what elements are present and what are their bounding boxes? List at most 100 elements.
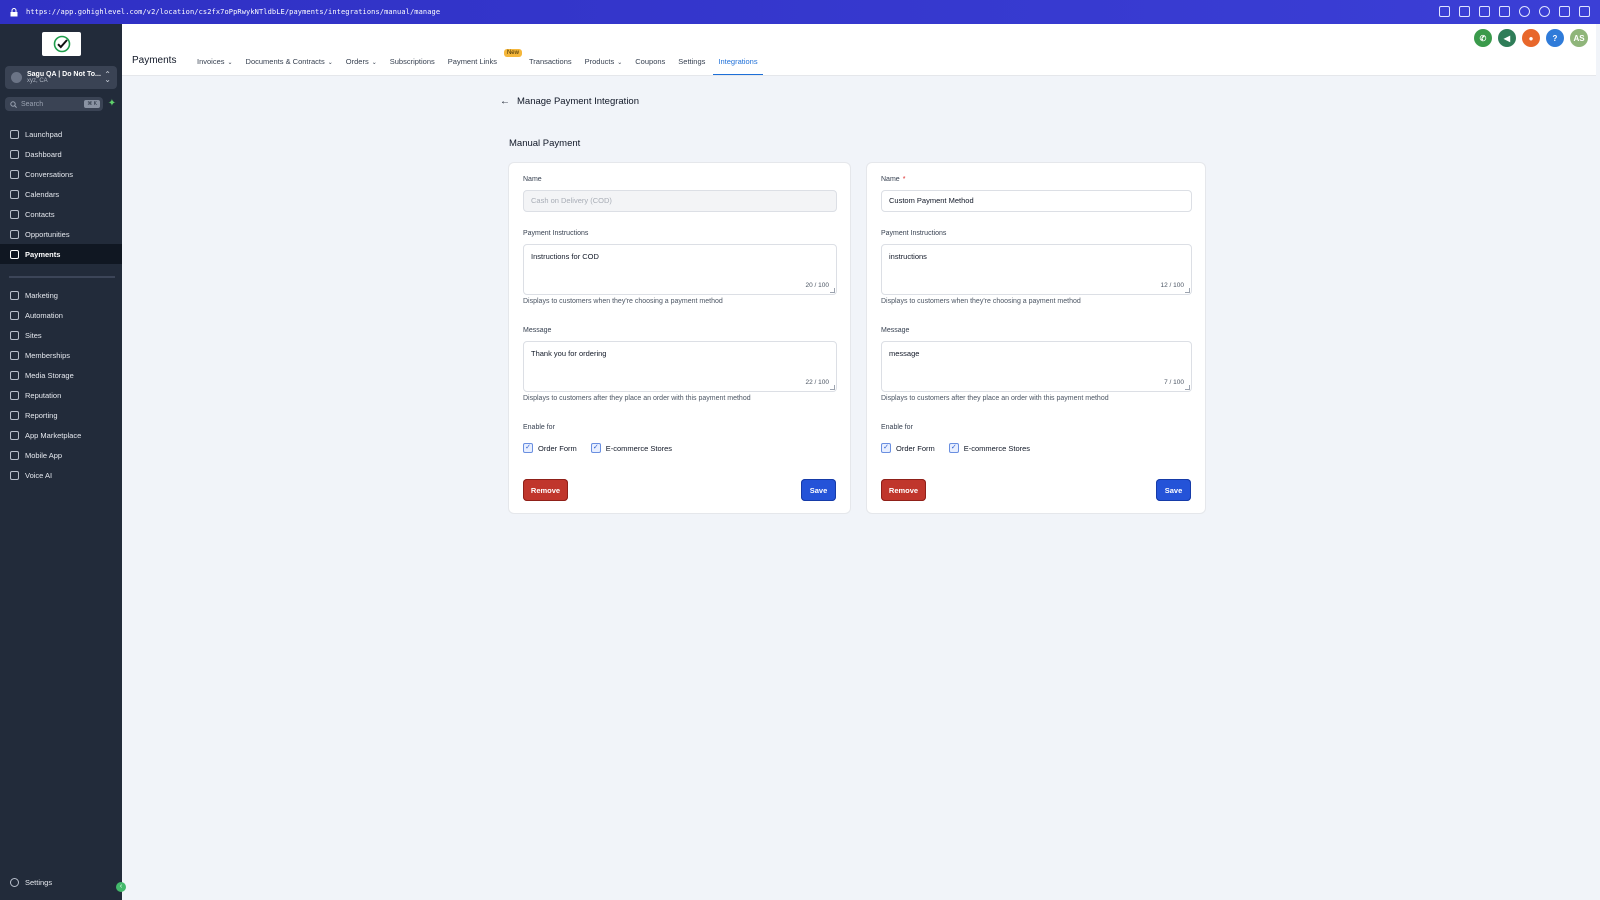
- url-text[interactable]: https://app.gohighlevel.com/v2/location/…: [26, 8, 440, 16]
- bell-icon[interactable]: ●: [1522, 29, 1540, 47]
- name-input[interactable]: Custom Payment Method: [881, 190, 1192, 212]
- resize-handle-icon[interactable]: [1185, 288, 1190, 293]
- order-form-option[interactable]: ✓ Order Form: [881, 443, 935, 453]
- sidebar-item-payments[interactable]: Payments: [0, 244, 122, 264]
- crosshair-icon[interactable]: [1539, 6, 1550, 17]
- phone-icon[interactable]: ✆: [1474, 29, 1492, 47]
- send-icon: [10, 290, 19, 300]
- phone-icon: [10, 470, 19, 480]
- quick-action-icon[interactable]: ✦: [105, 97, 119, 111]
- megaphone-icon[interactable]: ◀: [1498, 29, 1516, 47]
- message-hint: Displays to customers after they place a…: [881, 395, 1109, 402]
- enable-for-label: Enable for: [523, 424, 555, 431]
- account-name: Sagu QA | Do Not To...: [27, 71, 101, 78]
- message-textarea[interactable]: Thank you for ordering 22 / 100: [523, 341, 837, 392]
- enable-for-label: Enable for: [881, 424, 913, 431]
- sidebar-item-contacts[interactable]: Contacts: [0, 204, 122, 224]
- order-form-option[interactable]: ✓ Order Form: [523, 443, 577, 453]
- profile-icon[interactable]: [1579, 6, 1590, 17]
- section-title: Manual Payment: [509, 138, 581, 149]
- message-textarea[interactable]: message 7 / 100: [881, 341, 1192, 392]
- link-icon[interactable]: [1439, 6, 1450, 17]
- checkbox-checked-icon[interactable]: ✓: [590, 443, 601, 453]
- instructions-label: Payment Instructions: [881, 230, 947, 237]
- resize-handle-icon[interactable]: [1185, 385, 1190, 390]
- name-label: Name: [523, 176, 542, 183]
- instructions-textarea[interactable]: instructions 12 / 100: [881, 244, 1192, 295]
- sidebar-item-dashboard[interactable]: Dashboard: [0, 144, 122, 164]
- resize-handle-icon[interactable]: [830, 288, 835, 293]
- chevron-down-icon: ⌄: [617, 60, 623, 66]
- tab-coupons[interactable]: Coupons: [630, 52, 670, 75]
- checkbox-checked-icon[interactable]: ✓: [948, 443, 959, 453]
- instructions-hint: Displays to customers when they're choos…: [523, 298, 723, 305]
- tab-products[interactable]: Products ⌄: [580, 52, 628, 75]
- sidebar-item-reporting[interactable]: Reporting: [0, 405, 122, 425]
- remove-button[interactable]: Remove: [881, 479, 926, 501]
- sidebar-item-conversations[interactable]: Conversations: [0, 164, 122, 184]
- remove-button[interactable]: Remove: [523, 479, 568, 501]
- screenshot-icon[interactable]: [1459, 6, 1470, 17]
- tab-payment-links[interactable]: Payment Links New: [443, 49, 522, 75]
- name-label: Name *: [881, 176, 906, 183]
- new-badge: New: [503, 49, 522, 57]
- instructions-textarea[interactable]: Instructions for COD 20 / 100: [523, 244, 837, 295]
- save-button[interactable]: Save: [801, 479, 836, 501]
- camera-icon[interactable]: [1479, 6, 1490, 17]
- name-input[interactable]: Cash on Delivery (COD): [523, 190, 837, 212]
- sidebar-item-marketing[interactable]: Marketing: [0, 285, 122, 305]
- sidebar-item-reputation[interactable]: Reputation: [0, 385, 122, 405]
- search-shortcut: ⌘ K: [84, 100, 100, 108]
- sidebar-item-app-marketplace[interactable]: App Marketplace: [0, 425, 122, 445]
- checkbox-checked-icon[interactable]: ✓: [881, 443, 891, 453]
- extensions-icon[interactable]: [1559, 6, 1570, 17]
- sidebar-item-calendars[interactable]: Calendars: [0, 184, 122, 204]
- account-switcher[interactable]: Sagu QA | Do Not To... xyz, CA ⌃ ⌄: [5, 66, 117, 89]
- message-value: Thank you for ordering: [531, 349, 607, 358]
- message-hint: Displays to customers after they place a…: [523, 395, 751, 402]
- mobile-icon: [10, 450, 19, 460]
- collapse-sidebar-icon[interactable]: ‹: [116, 882, 126, 892]
- account-location: xyz, CA: [27, 78, 48, 84]
- tab-integrations[interactable]: Integrations: [713, 52, 763, 75]
- character-count: 22 / 100: [805, 379, 830, 386]
- sidebar-item-mobile-app[interactable]: Mobile App: [0, 445, 122, 465]
- lock-icon: [10, 7, 18, 16]
- browser-toolbar: [1439, 6, 1590, 17]
- back-link[interactable]: ← Manage Payment Integration: [500, 96, 639, 107]
- tab-subscriptions[interactable]: Subscriptions: [385, 52, 440, 75]
- ecommerce-option[interactable]: ✓ E-commerce Stores: [590, 443, 672, 453]
- user-avatar[interactable]: AS: [1570, 29, 1588, 47]
- checkbox-checked-icon[interactable]: ✓: [523, 443, 533, 453]
- sidebar-item-memberships[interactable]: Memberships: [0, 345, 122, 365]
- sidebar-nav-primary: Launchpad Dashboard Conversations Calend…: [0, 124, 122, 264]
- help-icon[interactable]: ?: [1546, 29, 1564, 47]
- sidebar-search[interactable]: Search ⌘ K: [5, 97, 103, 111]
- sidebar-item-opportunities[interactable]: Opportunities: [0, 224, 122, 244]
- chevron-updown-icon: ⌃ ⌄: [104, 70, 111, 84]
- payment-method-card: Name Cash on Delivery (COD) Payment Inst…: [509, 163, 850, 513]
- sidebar-item-voice-ai[interactable]: Voice AI: [0, 465, 122, 485]
- save-button[interactable]: Save: [1156, 479, 1191, 501]
- sidebar-item-automation[interactable]: Automation: [0, 305, 122, 325]
- sidebar-item-settings[interactable]: Settings: [0, 872, 122, 892]
- resize-handle-icon[interactable]: [830, 385, 835, 390]
- tab-orders[interactable]: Orders ⌄: [341, 52, 382, 75]
- header-actions: ✆ ◀ ● ? AS: [1474, 29, 1588, 47]
- instructions-label: Payment Instructions: [523, 230, 589, 237]
- ecommerce-option[interactable]: ✓ E-commerce Stores: [948, 443, 1030, 453]
- tab-documents-contracts[interactable]: Documents & Contracts ⌄: [241, 52, 338, 75]
- sidebar: Sagu QA | Do Not To... xyz, CA ⌃ ⌄ Search…: [0, 24, 126, 900]
- sidebar-item-media-storage[interactable]: Media Storage: [0, 365, 122, 385]
- top-header: Payments Invoices ⌄ Documents & Contracts…: [122, 24, 1596, 76]
- tab-settings[interactable]: Settings: [673, 52, 710, 75]
- mail-icon[interactable]: [1499, 6, 1510, 17]
- globe-icon[interactable]: [1519, 6, 1530, 17]
- tab-invoices[interactable]: Invoices ⌄: [192, 52, 238, 75]
- tab-transactions[interactable]: Transactions: [524, 52, 577, 75]
- sidebar-item-sites[interactable]: Sites: [0, 325, 122, 345]
- character-count: 7 / 100: [1164, 379, 1184, 386]
- company-logo[interactable]: [42, 32, 81, 56]
- sidebar-item-launchpad[interactable]: Launchpad: [0, 124, 122, 144]
- star-icon: [10, 390, 19, 400]
